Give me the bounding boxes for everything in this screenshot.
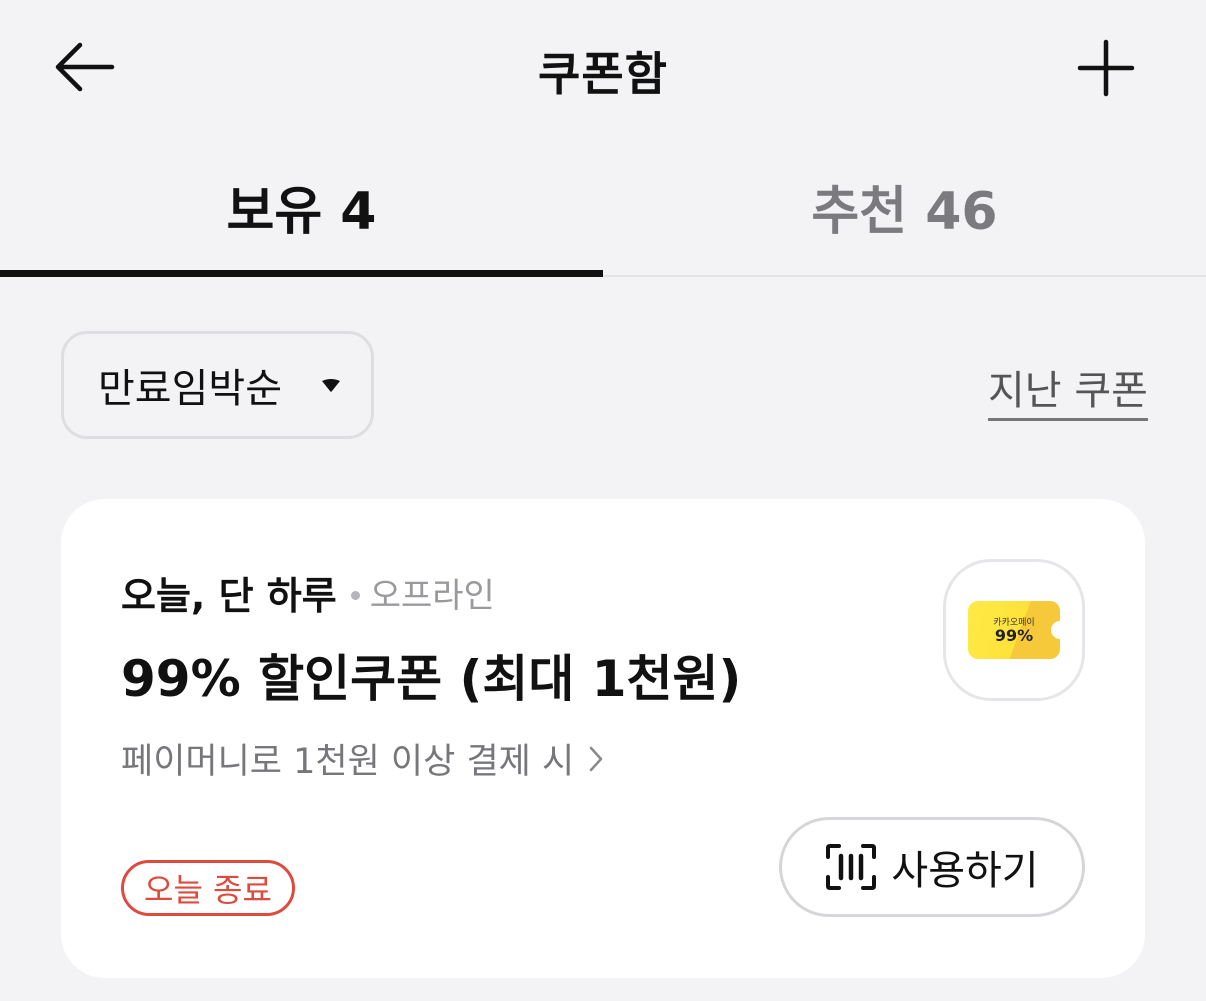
expiry-badge: 오늘 종료 [121,860,295,916]
coupon-title: 99% 할인쿠폰 (최대 1천원) [121,650,742,708]
coupon-period: 오늘, 단 하루 [121,574,337,618]
coupon-box-page: 쿠폰함 보유 4 추천 46 만료임박순 지난 쿠폰 오늘, 단 하루 오프라인… [0,0,1206,1001]
use-coupon-button[interactable]: 사용하기 [779,817,1085,917]
plus-icon [1077,39,1135,97]
sort-dropdown[interactable]: 만료임박순 [61,331,374,439]
add-coupon-button[interactable] [1072,34,1140,102]
use-button-label: 사용하기 [891,848,1039,894]
header: 쿠폰함 [0,0,1206,135]
coupon-condition: 페이머니로 1천원 이상 결제 시 [121,742,575,782]
coupon-card[interactable]: 오늘, 단 하루 오프라인 99% 할인쿠폰 (최대 1천원) 페이머니로 1천… [61,499,1145,978]
ticket-rate: 99% [994,626,1034,645]
separator-dot [350,591,360,600]
coupon-condition-link[interactable]: 페이머니로 1천원 이상 결제 시 [121,733,604,784]
page-title: 쿠폰함 [538,47,668,101]
tab-bar: 보유 4 추천 46 [0,135,1206,277]
ticket-image: 카카오페이 99% [968,601,1060,659]
sort-label: 만료임박순 [98,366,282,412]
caret-down-icon [322,379,340,392]
active-tab-indicator [0,270,603,277]
barcode-scan-icon [826,844,877,890]
coupon-channel: 오프라인 [369,576,495,616]
tab-recommended[interactable]: 추천 46 [603,135,1206,277]
past-coupons-link[interactable]: 지난 쿠폰 [988,358,1148,421]
coupon-thumbnail: 카카오페이 99% [943,559,1085,701]
tab-owned[interactable]: 보유 4 [0,135,603,277]
coupon-meta: 오늘, 단 하루 오프라인 [121,565,495,620]
chevron-right-icon [589,746,603,771]
